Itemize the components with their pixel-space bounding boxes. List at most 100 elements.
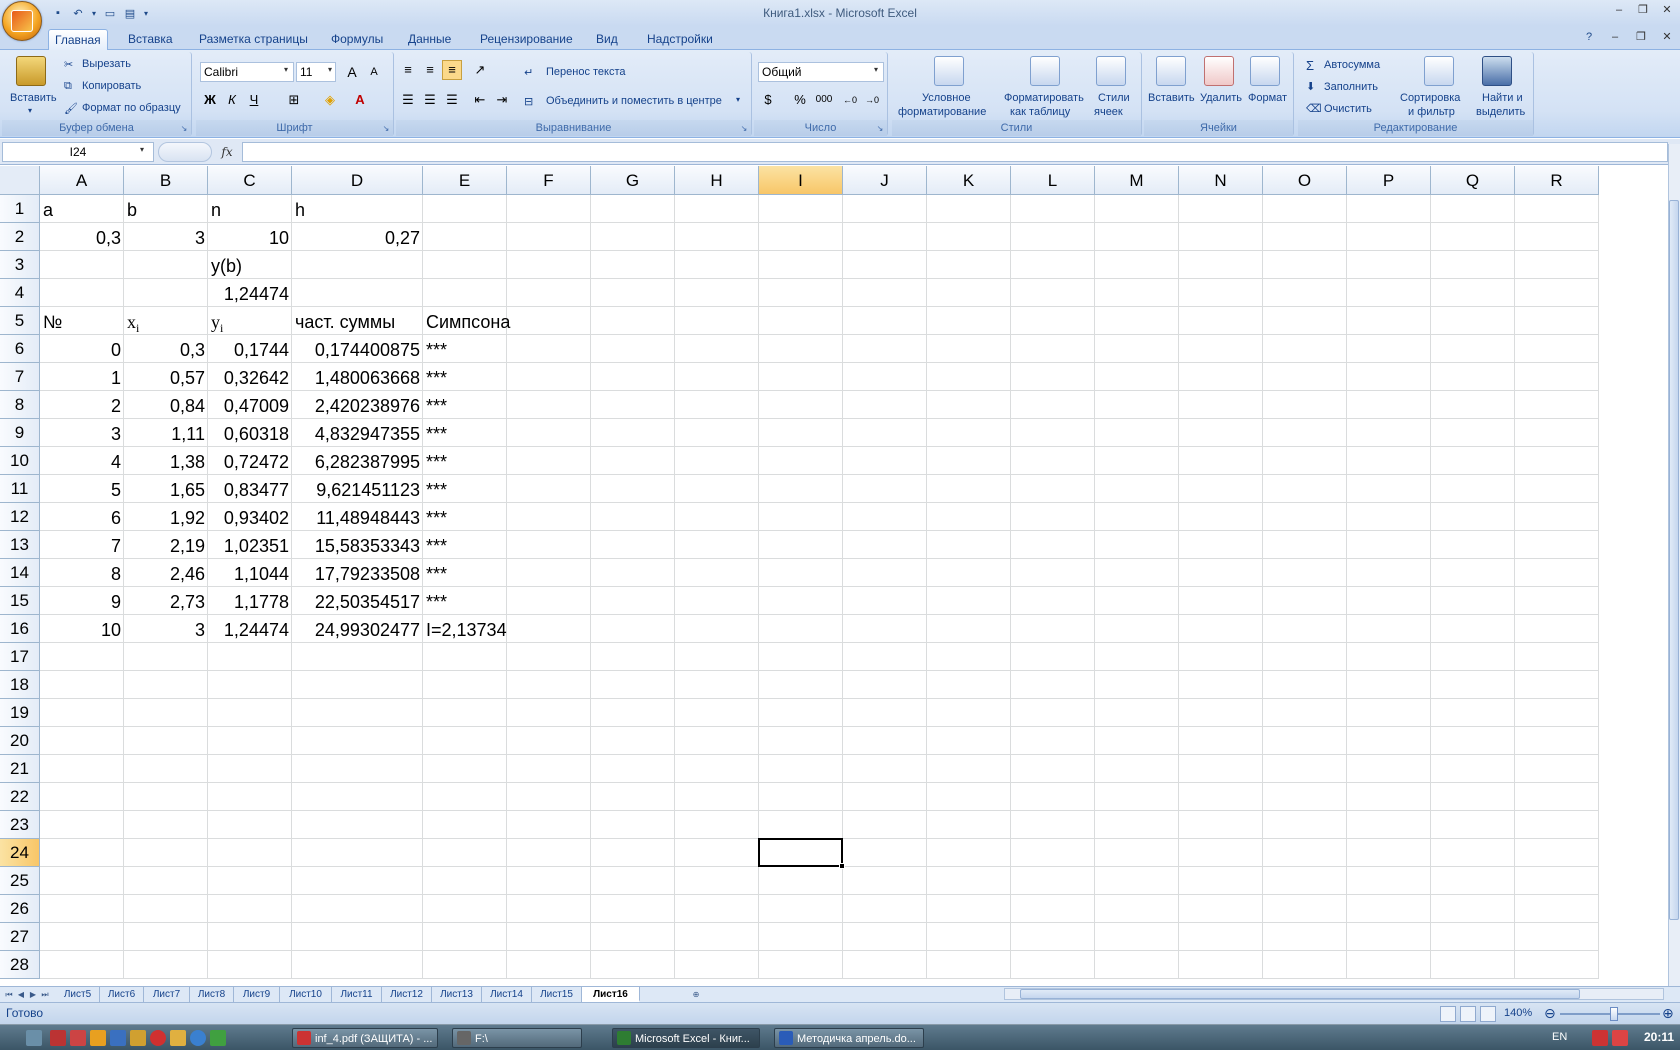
row-header-9[interactable]: 9 <box>0 419 40 447</box>
number-dialog-launcher-icon[interactable]: ↘ <box>875 124 885 134</box>
copy-icon[interactable]: ⧉ <box>64 80 72 93</box>
normal-view-icon[interactable] <box>1440 1006 1456 1022</box>
autosum-icon[interactable]: Σ <box>1306 58 1314 73</box>
merge-dropdown-icon[interactable]: ▾ <box>736 95 740 104</box>
cell-d11[interactable]: 9,621451123 <box>292 475 423 503</box>
zoom-level[interactable]: 140% <box>1504 1007 1532 1019</box>
cell-styles-label1[interactable]: Стили <box>1098 92 1130 104</box>
format-cells-button[interactable]: Формат <box>1248 92 1287 104</box>
cell-e14[interactable]: *** <box>423 559 543 587</box>
cell-d16[interactable]: 24,99302477 <box>292 615 423 643</box>
formula-bar-splitter[interactable] <box>158 142 212 162</box>
row-header-6[interactable]: 6 <box>0 335 40 363</box>
task-excel-button[interactable]: Microsoft Excel - Книг... <box>612 1028 760 1048</box>
clipboard-dialog-launcher-icon[interactable]: ↘ <box>179 124 189 134</box>
quicklaunch-ie-icon[interactable] <box>190 1030 206 1046</box>
sort-filter-icon[interactable] <box>1424 56 1454 86</box>
quicklaunch-tools-icon[interactable] <box>130 1030 146 1046</box>
cell-a5[interactable]: № <box>40 307 124 335</box>
cut-icon[interactable]: ✂ <box>64 58 73 71</box>
sheet-tab-14[interactable]: Лист14 <box>482 987 532 1002</box>
tab-review[interactable]: Рецензирование <box>474 29 579 50</box>
clear-button[interactable]: Очистить <box>1324 103 1372 115</box>
row-header-11[interactable]: 11 <box>0 475 40 503</box>
cell-a1[interactable]: a <box>40 195 124 223</box>
cell-c11[interactable]: 0,83477 <box>208 475 292 503</box>
sort-filter-label1[interactable]: Сортировка <box>1400 92 1460 104</box>
cell-a12[interactable]: 6 <box>40 503 124 531</box>
cell-b16[interactable]: 3 <box>124 615 208 643</box>
cell-b15[interactable]: 2,73 <box>124 587 208 615</box>
cell-c9[interactable]: 0,60318 <box>208 419 292 447</box>
tab-view[interactable]: Вид <box>590 29 624 50</box>
name-box-dropdown-icon[interactable]: ▾ <box>140 145 144 154</box>
zoom-out-icon[interactable]: ⊖ <box>1544 1005 1556 1022</box>
cell-styles-label2[interactable]: ячеек <box>1094 106 1123 118</box>
column-header-n[interactable]: N <box>1179 166 1263 195</box>
quicklaunch-app2-icon[interactable] <box>70 1030 86 1046</box>
cell-b12[interactable]: 1,92 <box>124 503 208 531</box>
sort-filter-label2[interactable]: и фильтр <box>1408 106 1455 118</box>
wrap-text-button[interactable]: Перенос текста <box>546 66 626 78</box>
restore-icon[interactable]: ❐ <box>1634 2 1652 18</box>
sheet-tab-8[interactable]: Лист8 <box>190 987 234 1002</box>
font-name-select[interactable]: Calibri <box>200 62 294 82</box>
cell-c8[interactable]: 0,47009 <box>208 391 292 419</box>
number-format-select[interactable]: Общий <box>758 62 884 82</box>
row-header-1[interactable]: 1 <box>0 195 40 223</box>
cell-c5[interactable]: yi <box>208 307 292 335</box>
fill-color-icon[interactable]: ◈ <box>320 90 340 110</box>
doc-restore-icon[interactable]: ❐ <box>1632 29 1650 45</box>
column-header-k[interactable]: K <box>927 166 1011 195</box>
cell-c7[interactable]: 0,32642 <box>208 363 292 391</box>
italic-button[interactable]: К <box>222 90 242 110</box>
cell-b9[interactable]: 1,11 <box>124 419 208 447</box>
column-header-g[interactable]: G <box>591 166 675 195</box>
row-header-21[interactable]: 21 <box>0 755 40 783</box>
insert-cells-icon[interactable] <box>1156 56 1186 86</box>
zoom-slider-knob[interactable] <box>1610 1007 1618 1021</box>
row-header-7[interactable]: 7 <box>0 363 40 391</box>
paste-dropdown-icon[interactable]: ▾ <box>28 106 32 115</box>
horizontal-scroll-thumb[interactable] <box>1020 989 1580 999</box>
quicklaunch-vlc-icon[interactable] <box>90 1030 106 1046</box>
format-painter-button[interactable]: Формат по образцу <box>82 102 181 114</box>
cell-e15[interactable]: *** <box>423 587 543 615</box>
increase-indent-icon[interactable]: ⇥ <box>492 90 512 110</box>
sheet-tab-9[interactable]: Лист9 <box>234 987 280 1002</box>
conditional-formatting-label1[interactable]: Условное <box>922 92 971 104</box>
row-header-12[interactable]: 12 <box>0 503 40 531</box>
column-header-a[interactable]: A <box>40 166 124 195</box>
sheet-tab-7[interactable]: Лист7 <box>144 987 190 1002</box>
cell-d1[interactable]: h <box>292 195 423 223</box>
cell-a2[interactable]: 0,3 <box>40 223 124 251</box>
thousands-button[interactable]: 000 <box>812 90 836 110</box>
cell-d8[interactable]: 2,420238976 <box>292 391 423 419</box>
row-header-3[interactable]: 3 <box>0 251 40 279</box>
sheet-tab-16[interactable]: Лист16 <box>582 987 640 1002</box>
cell-d6[interactable]: 0,174400875 <box>292 335 423 363</box>
orientation-icon[interactable]: ↗ <box>470 60 490 80</box>
cell-a9[interactable]: 3 <box>40 419 124 447</box>
cell-b7[interactable]: 0,57 <box>124 363 208 391</box>
cell-c4[interactable]: 1,24474 <box>208 279 292 307</box>
cell-e16[interactable]: I=2,13734 <box>423 615 543 643</box>
row-header-2[interactable]: 2 <box>0 223 40 251</box>
help-icon[interactable]: ? <box>1580 29 1598 45</box>
insert-function-button[interactable]: fx <box>216 142 238 162</box>
increase-decimal-icon[interactable]: ←0 <box>840 90 860 110</box>
cell-e10[interactable]: *** <box>423 447 543 475</box>
close-icon[interactable]: ✕ <box>1658 2 1676 18</box>
decrease-indent-icon[interactable]: ⇤ <box>470 90 490 110</box>
tab-page-layout[interactable]: Разметка страницы <box>193 29 314 50</box>
cell-e13[interactable]: *** <box>423 531 543 559</box>
cell-b5[interactable]: xi <box>124 307 208 335</box>
column-header-j[interactable]: J <box>843 166 927 195</box>
prev-sheet-icon[interactable]: ◀ <box>16 988 26 1002</box>
sheet-tab-15[interactable]: Лист15 <box>532 987 582 1002</box>
fill-handle[interactable] <box>839 863 845 869</box>
merge-center-button[interactable]: Объединить и поместить в центре <box>546 95 722 107</box>
cell-c14[interactable]: 1,1044 <box>208 559 292 587</box>
decrease-decimal-icon[interactable]: →0 <box>862 90 882 110</box>
font-size-dropdown-icon[interactable]: ▾ <box>328 65 332 74</box>
